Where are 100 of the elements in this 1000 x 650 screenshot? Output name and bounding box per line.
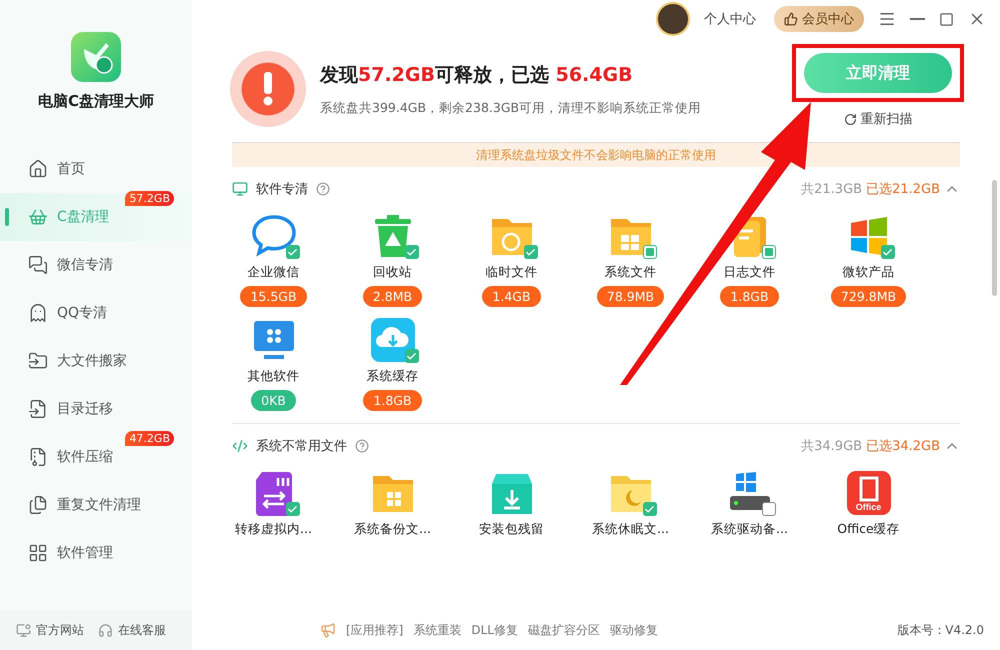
basket-icon — [28, 207, 48, 227]
size-pill: 0KB — [251, 390, 296, 411]
sidebar-label: QQ专清 — [57, 304, 108, 322]
cloud-download-icon — [368, 317, 416, 363]
checkbox[interactable] — [286, 502, 300, 516]
recommend-link[interactable]: [应用推荐] — [346, 622, 404, 638]
category-item[interactable]: Office Office缓存 — [809, 468, 928, 538]
item-label: 日志文件 — [724, 264, 776, 281]
check-icon — [287, 246, 298, 258]
logo-text: Office — [854, 502, 882, 512]
home-icon — [28, 159, 48, 179]
vip-center-button[interactable]: 会员中心 — [774, 6, 864, 32]
maximize-button[interactable] — [939, 12, 954, 26]
maximize-icon — [939, 12, 954, 26]
size-pill: 1.8GB — [363, 390, 422, 411]
category-item[interactable]: 微软产品 729.8MB — [809, 211, 928, 307]
recommend-link[interactable]: 磁盘扩容分区 — [528, 622, 600, 638]
item-label: 系统驱动备... — [711, 521, 788, 538]
size-badge: 47.2GB — [125, 431, 174, 446]
sidebar-item[interactable]: 目录迁移 — [0, 385, 192, 433]
section-total: 共21.3GB — [801, 181, 862, 198]
sidebar-label: 软件管理 — [57, 544, 113, 562]
section-selected: 已选34.2GB — [866, 438, 940, 455]
user-center-link[interactable]: 个人中心 — [704, 10, 756, 28]
sidebar-item[interactable]: C盘清理 57.2GB — [0, 193, 192, 241]
section-selected: 已选21.2GB — [866, 181, 940, 198]
summary-headline: 发现57.2GB可释放，已选 56.4GB — [320, 62, 634, 88]
sidebar-label: 软件压缩 — [57, 448, 113, 466]
check-icon — [882, 246, 893, 258]
category-item[interactable]: 回收站 2.8MB — [333, 211, 452, 307]
item-label: 安装包残留 — [479, 521, 544, 538]
app-logo-icon — [71, 32, 121, 82]
checkbox[interactable] — [524, 245, 538, 259]
scrollbar[interactable] — [992, 180, 997, 296]
sidebar-item[interactable]: 软件管理 — [0, 529, 192, 577]
section-title: 软件专清 — [256, 181, 308, 198]
sidebar-item[interactable]: 微信专清 — [0, 241, 192, 289]
category-item[interactable]: 系统驱动备... — [690, 468, 809, 538]
checkbox[interactable] — [762, 502, 776, 516]
rescan-button[interactable]: 重新扫描 — [844, 110, 912, 128]
sidebar-label: 大文件搬家 — [57, 352, 127, 370]
grid-icon — [28, 543, 48, 563]
category-item[interactable]: 转移虚拟内... — [214, 468, 333, 538]
avatar[interactable] — [656, 2, 690, 36]
size-pill: 78.9MB — [596, 286, 664, 307]
category-item[interactable]: 临时文件 1.4GB — [452, 211, 571, 307]
item-label: 系统休眠文... — [592, 521, 669, 538]
menu-icon — [878, 10, 896, 28]
check-icon — [406, 246, 417, 258]
item-label: 企业微信 — [248, 264, 300, 281]
checkbox[interactable] — [762, 245, 776, 259]
sidebar-item[interactable]: 首页 — [0, 145, 192, 193]
help-icon[interactable] — [316, 182, 330, 196]
sidebar-item[interactable]: 重复文件清理 — [0, 481, 192, 529]
chat-bubble-icon — [250, 213, 298, 259]
category-item[interactable]: 系统备份文... — [333, 468, 452, 538]
category-item[interactable]: 安装包残留 — [452, 468, 571, 538]
partial-mark — [764, 248, 772, 256]
file-arrow-icon — [28, 399, 48, 419]
app-name: 电脑C盘清理大师 — [36, 92, 155, 111]
sidebar-label: 重复文件清理 — [57, 496, 141, 514]
check-icon — [406, 350, 417, 362]
files-icon — [28, 495, 48, 515]
sidebar-label: 微信专清 — [57, 256, 113, 274]
item-label: 其他软件 — [248, 368, 300, 385]
checkbox[interactable] — [880, 245, 894, 259]
sidebar-label: 首页 — [57, 160, 85, 178]
chat-bubbles-icon — [28, 255, 48, 275]
category-item[interactable]: 其他软件 0KB — [214, 315, 333, 411]
sidebar-item[interactable]: QQ专清 — [0, 289, 192, 337]
category-item[interactable]: 系统休眠文... — [571, 468, 690, 538]
menu-button[interactable] — [878, 10, 896, 28]
footer-link[interactable]: 官方网站 — [16, 622, 84, 638]
partial-mark — [646, 248, 654, 256]
help-icon[interactable] — [355, 439, 369, 453]
zip-file-icon — [28, 447, 48, 467]
checkbox[interactable] — [642, 245, 656, 259]
checkbox[interactable] — [642, 502, 656, 516]
thumbs-up-icon — [784, 12, 798, 26]
recommend-link[interactable]: DLL修复 — [471, 622, 518, 638]
recommend-link[interactable]: 系统重装 — [413, 622, 462, 638]
megaphone-icon — [320, 622, 336, 638]
check-icon — [525, 246, 536, 258]
checkbox[interactable] — [286, 245, 300, 259]
item-label: 系统文件 — [604, 264, 656, 281]
minimize-icon — [910, 18, 925, 20]
category-item[interactable]: 企业微信 15.5GB — [214, 211, 333, 307]
category-item[interactable]: 系统缓存 1.8GB — [333, 315, 452, 411]
item-label: 转移虚拟内... — [235, 521, 312, 538]
item-label: 回收站 — [373, 264, 412, 281]
checkbox[interactable] — [404, 349, 418, 363]
item-label: 系统备份文... — [354, 521, 431, 538]
sidebar-label: 目录迁移 — [57, 400, 113, 418]
item-label: 系统缓存 — [366, 368, 418, 385]
footer-link[interactable]: 在线客服 — [98, 622, 166, 638]
sidebar-item[interactable]: 软件压缩 47.2GB — [0, 433, 192, 481]
checkbox[interactable] — [404, 245, 418, 259]
category-item[interactable]: 系统文件 78.9MB — [571, 211, 690, 307]
sidebar-item[interactable]: 大文件搬家 — [0, 337, 192, 385]
recommend-link[interactable]: 驱动修复 — [610, 622, 658, 638]
